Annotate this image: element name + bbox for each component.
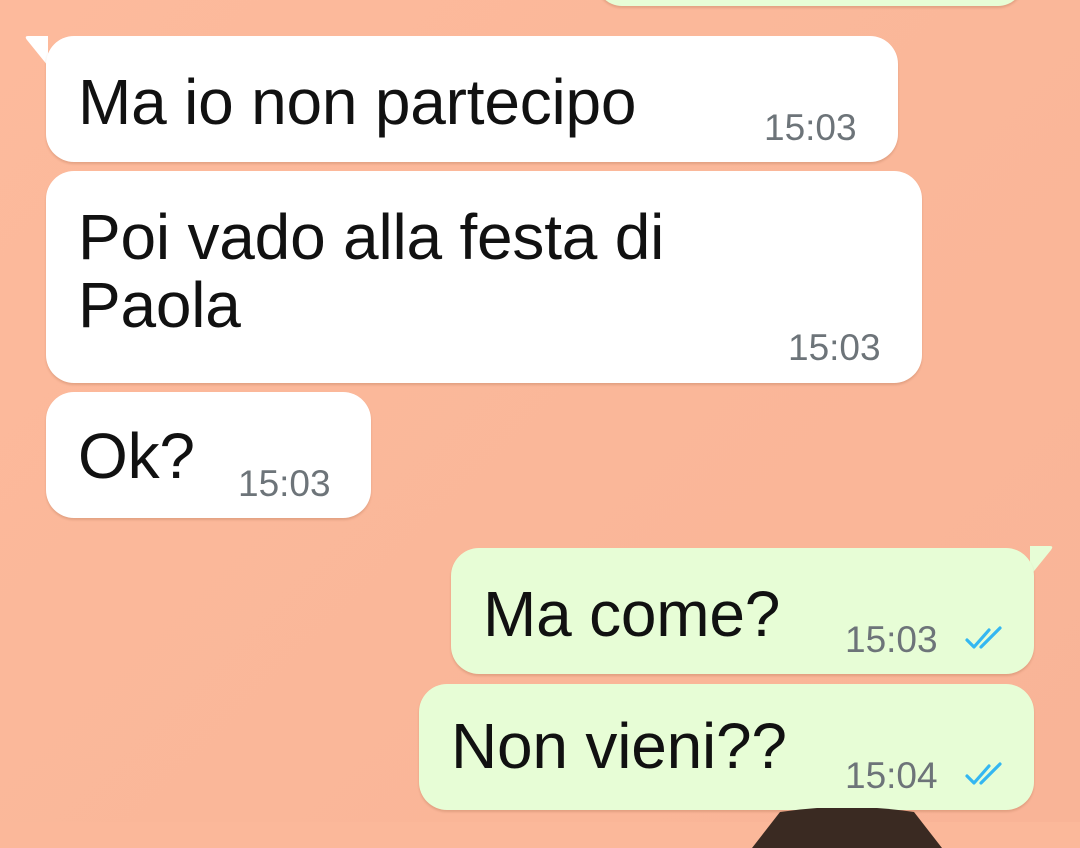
message-timestamp: 15:03 bbox=[764, 107, 857, 148]
double-check-icon bbox=[965, 626, 1002, 649]
message-text: Ma come? bbox=[483, 578, 781, 650]
previous-message-bubble[interactable] bbox=[596, 0, 1024, 6]
message-bubble-incoming[interactable]: Ma io non partecipo 15:03 bbox=[46, 36, 898, 162]
message-bubble-outgoing[interactable]: Ma come? 15:03 bbox=[451, 548, 1034, 674]
partial-media-thumbnail bbox=[752, 808, 942, 848]
message-text: Ma io non partecipo bbox=[78, 66, 637, 138]
message-timestamp: 15:04 bbox=[845, 755, 938, 796]
message-timestamp: 15:03 bbox=[788, 327, 881, 368]
message-timestamp: 15:03 bbox=[845, 619, 938, 660]
message-bubble-incoming[interactable]: Poi vado alla festa di Paola 15:03 bbox=[46, 171, 922, 383]
message-text: Poi vado alla festa di Paola bbox=[78, 201, 665, 341]
message-bubble-outgoing[interactable]: Non vieni?? 15:04 bbox=[419, 684, 1034, 810]
message-timestamp: 15:03 bbox=[238, 463, 331, 504]
double-check-icon bbox=[965, 762, 1002, 785]
message-text: Non vieni?? bbox=[451, 710, 787, 782]
message-bubble-incoming[interactable]: Ok? 15:03 bbox=[46, 392, 371, 518]
message-text: Ok? bbox=[78, 420, 195, 492]
